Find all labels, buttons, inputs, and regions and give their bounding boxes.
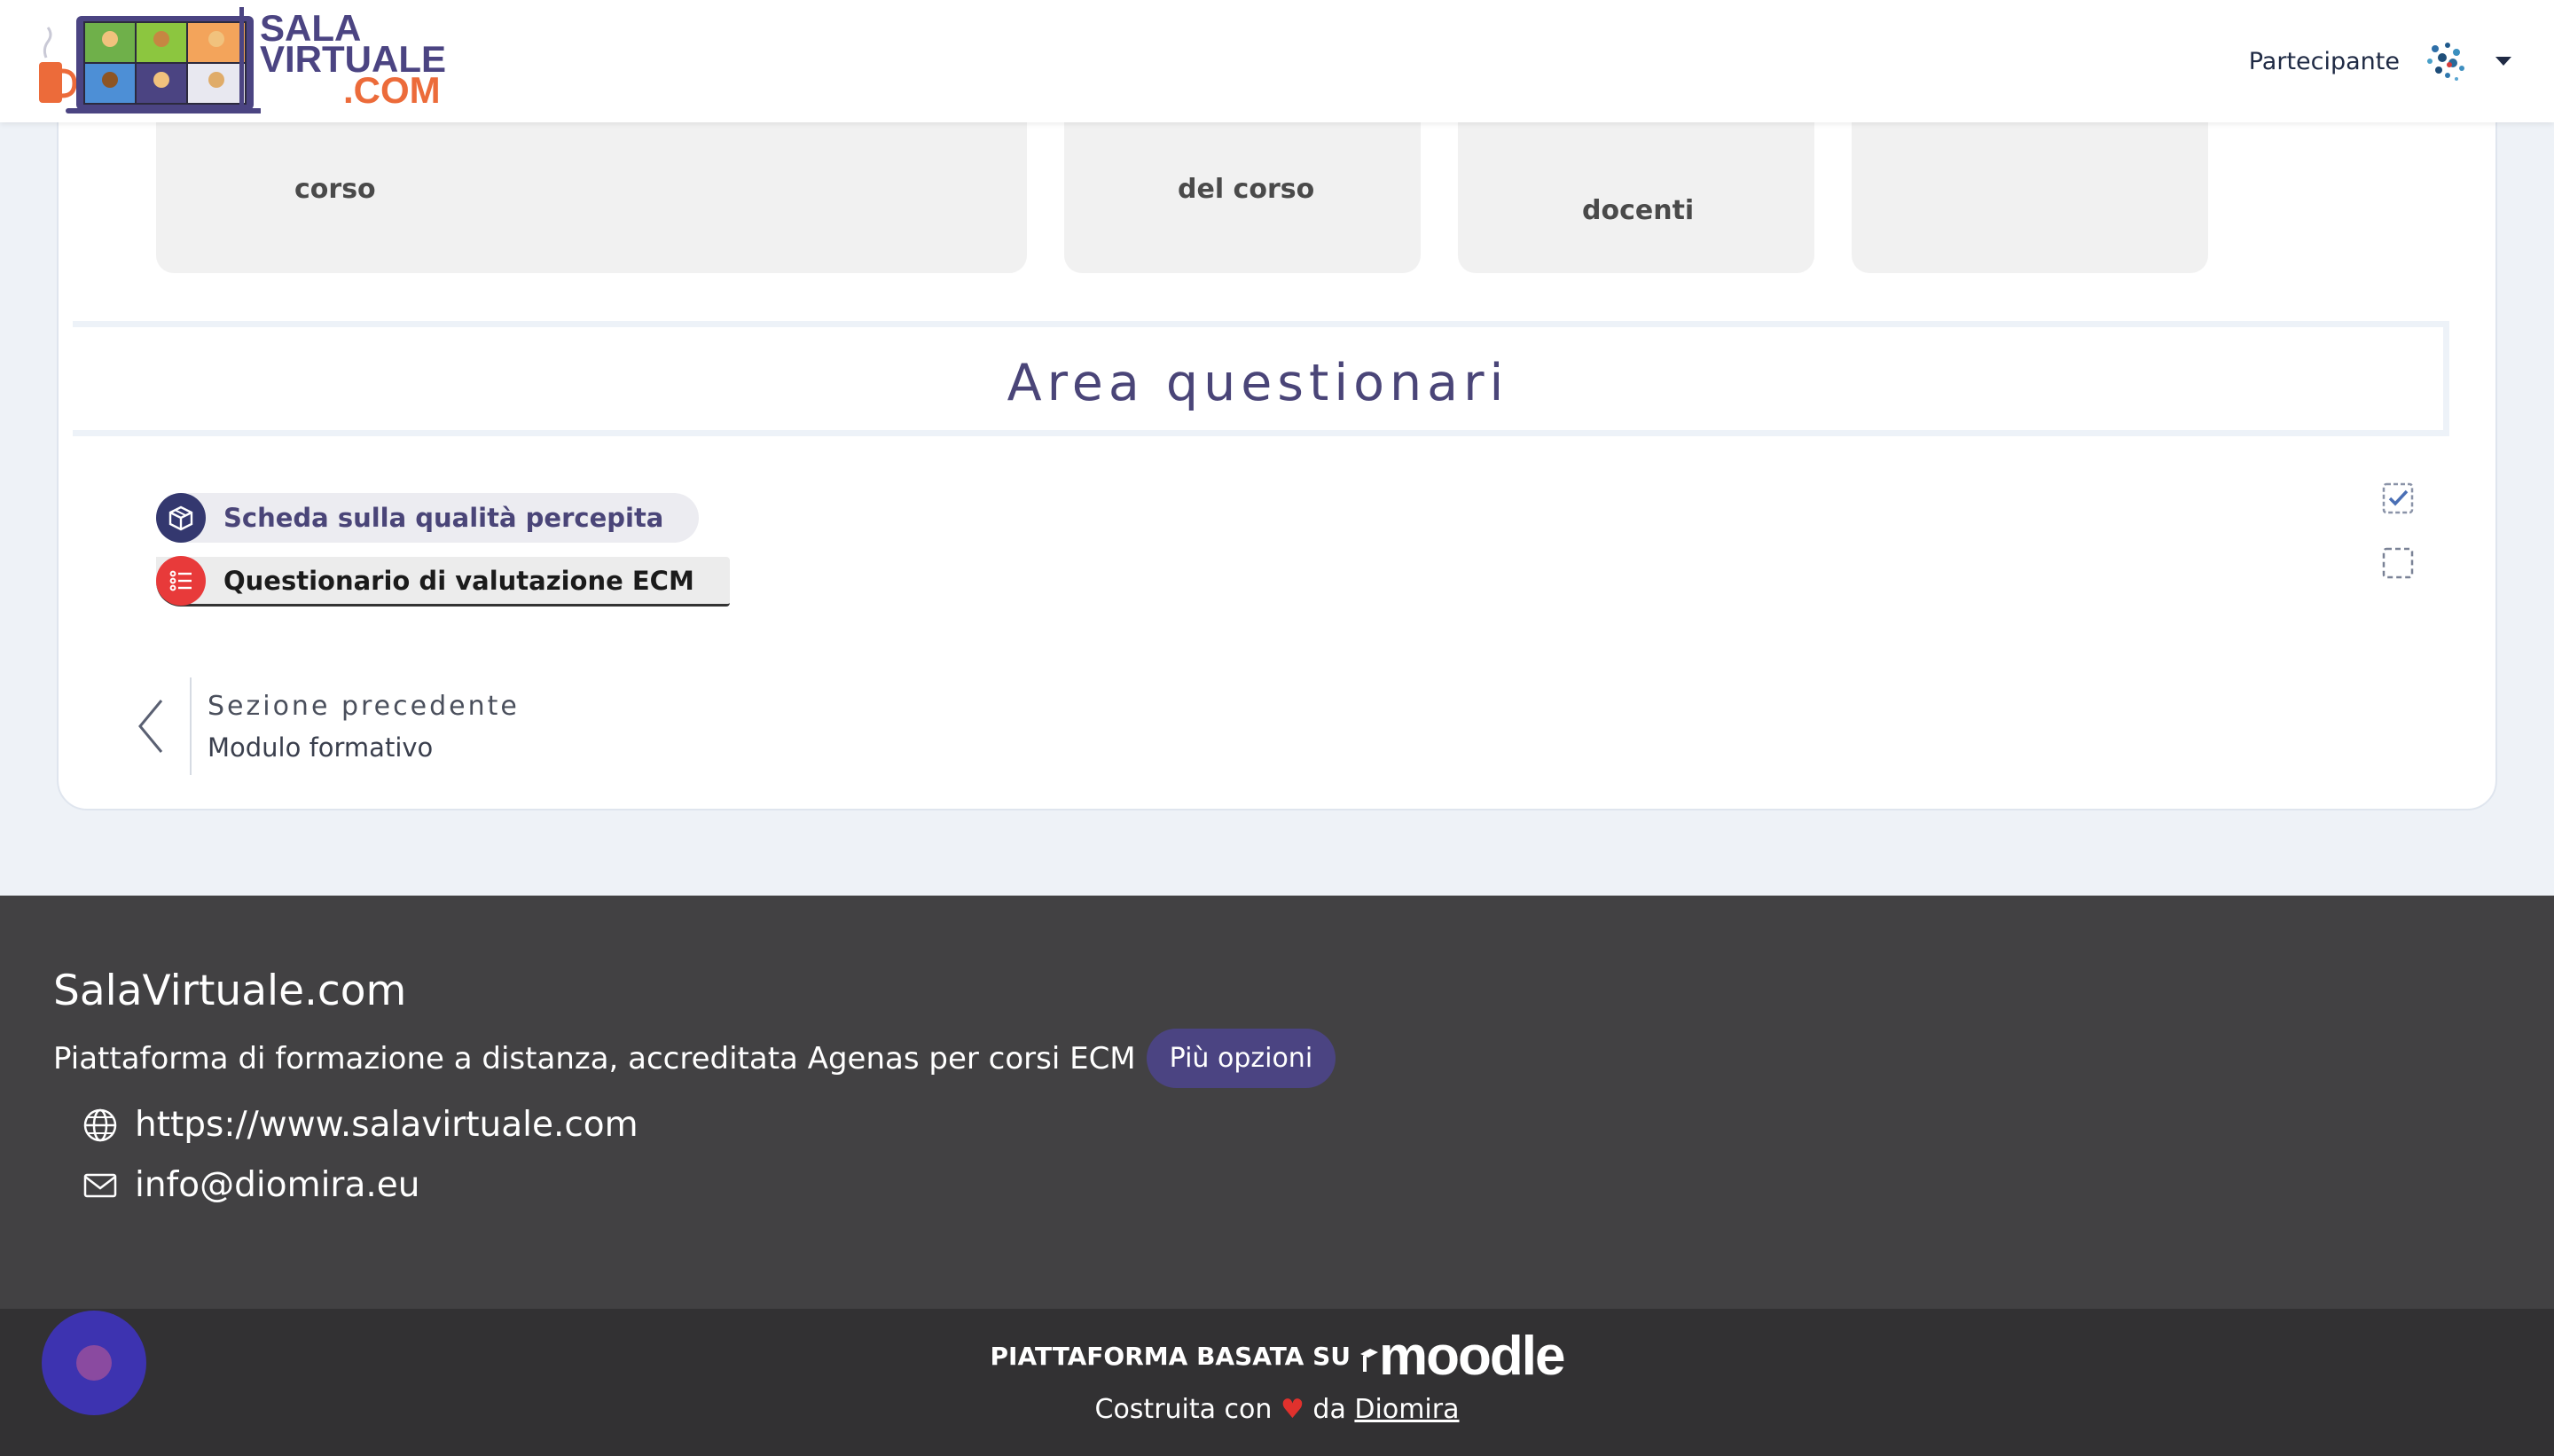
- course-content-card: corso del corso docenti Area questionari…: [57, 53, 2497, 810]
- logo-divider: [239, 7, 244, 114]
- previous-section-text: Sezione precedente Modulo formativo: [208, 691, 520, 763]
- completion-checked-icon[interactable]: [2382, 482, 2414, 514]
- course-tile[interactable]: docenti: [1458, 114, 1814, 273]
- chevron-down-icon[interactable]: [2495, 57, 2511, 66]
- course-tile-label: docenti: [1582, 195, 1695, 226]
- completion-unchecked-icon[interactable]: [2382, 547, 2414, 579]
- previous-section-name: Modulo formativo: [208, 732, 434, 763]
- moodle-wordmark: moodle: [1379, 1326, 1565, 1387]
- moodle-hat-icon: [1360, 1348, 1378, 1372]
- feedback-box-icon: [156, 493, 206, 543]
- chevron-left-icon: [138, 700, 163, 753]
- course-tile-label: del corso: [1178, 174, 1315, 205]
- built-with-row: Costruita con ♥ da Diomira: [0, 1394, 2554, 1425]
- website-url[interactable]: https://www.salavirtuale.com: [135, 1105, 638, 1145]
- diomira-link[interactable]: Diomira: [1354, 1394, 1459, 1425]
- powered-by-label: PIATTAFORMA BASATA SU: [990, 1342, 1351, 1371]
- heart-icon: ♥: [1280, 1394, 1304, 1425]
- course-tile[interactable]: [1852, 114, 2208, 273]
- footer-email[interactable]: info@diomira.eu: [82, 1165, 419, 1205]
- chat-icon: [76, 1345, 112, 1381]
- powered-by-row: PIATTAFORMA BASATA SU moodle: [0, 1325, 2554, 1388]
- user-role-label: Partecipante: [2248, 47, 2400, 75]
- page-footer: SalaVirtuale.com Piattaforma di formazio…: [0, 896, 2554, 1309]
- prev-divider: [190, 677, 192, 775]
- activity-feedback-link[interactable]: Scheda sulla qualità percepita: [156, 493, 700, 543]
- course-tile[interactable]: corso: [156, 114, 1027, 273]
- moodle-logo[interactable]: moodle: [1359, 1325, 1565, 1388]
- chat-launcher-button[interactable]: [42, 1311, 146, 1415]
- activity-questionnaire-link[interactable]: Questionario di valutazione ECM: [156, 555, 730, 607]
- top-navbar: SALA VIRTUALE .COM Partecipante: [0, 0, 2554, 122]
- footer-website[interactable]: https://www.salavirtuale.com: [82, 1105, 638, 1145]
- questionnaire-list-icon: [156, 555, 206, 606]
- email-address[interactable]: info@diomira.eu: [135, 1165, 419, 1205]
- previous-section-link[interactable]: Sezione precedente Modulo formativo: [133, 677, 520, 775]
- footer-bottom-bar: PIATTAFORMA BASATA SU moodle Costruita c…: [0, 1309, 2554, 1456]
- logo-wordmark: SALA VIRTUALE .COM: [260, 10, 446, 109]
- footer-description: Piattaforma di formazione a distanza, ac…: [53, 1040, 1136, 1076]
- section-header: Area questionari: [73, 321, 2449, 436]
- built-with-label: Costruita con: [1094, 1394, 1273, 1425]
- activity-name: Scheda sulla qualità percepita: [223, 503, 664, 533]
- footer-site-name: SalaVirtuale.com: [53, 967, 407, 1015]
- course-tile-label: corso: [294, 174, 376, 205]
- footer-description-row: Piattaforma di formazione a distanza, ac…: [53, 1029, 1336, 1088]
- more-options-button[interactable]: Più opzioni: [1146, 1029, 1336, 1088]
- user-menu[interactable]: Partecipante: [2249, 30, 2511, 92]
- course-tile[interactable]: del corso: [1064, 114, 1421, 273]
- mail-icon: [83, 1173, 117, 1197]
- logo-illustration-icon: [39, 16, 262, 114]
- previous-section-label: Sezione precedente: [208, 690, 520, 722]
- section-title: Area questionari: [1007, 354, 1509, 412]
- avatar-icon[interactable]: [2417, 33, 2474, 90]
- activity-name: Questionario di valutazione ECM: [223, 565, 694, 596]
- built-by-prefix: da: [1312, 1394, 1346, 1425]
- globe-icon: [83, 1108, 117, 1141]
